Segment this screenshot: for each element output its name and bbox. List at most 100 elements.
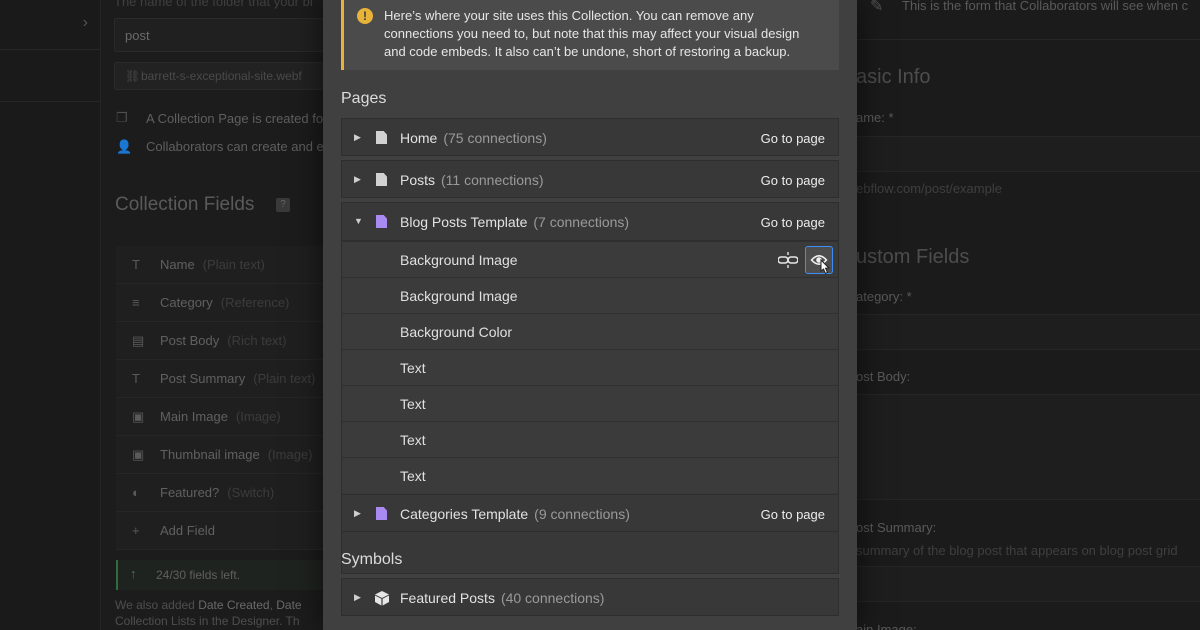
plus-icon: + [132, 523, 140, 538]
link-icon: ⛓ [125, 69, 141, 83]
go-to-page-link[interactable]: Go to page [761, 131, 825, 146]
connection-row[interactable]: Text [342, 421, 838, 457]
caret-right-icon[interactable]: ▶ [354, 508, 361, 519]
field-name: Thumbnail image (Image) [160, 447, 313, 462]
collection-usage-modal: ! Here’s where your site uses this Colle… [323, 0, 857, 630]
symbol-row-featured-posts[interactable]: ▶ Featured Posts (40 connections) [341, 578, 839, 616]
help-icon: ? [276, 198, 290, 212]
left-nav-item: › [0, 0, 100, 50]
category-input-bg [856, 314, 1200, 350]
caret-right-icon[interactable]: ▶ [354, 132, 361, 143]
field-name: Post Body (Rich text) [160, 333, 287, 348]
connection-row[interactable]: Text [342, 457, 838, 493]
field-name: Featured? (Switch) [160, 485, 275, 500]
page-row-posts[interactable]: ▶ Posts (11 connections) Go to page [341, 160, 839, 198]
footer-note: We also added Date Created, Date [115, 598, 302, 612]
page-label: Blog Posts Template (7 connections) [400, 214, 630, 230]
page-icon [376, 173, 387, 186]
form-hint: This is the form that Collaborators will… [902, 0, 1189, 13]
image-field-icon: ▣ [132, 447, 145, 462]
user-icon: 👤 [116, 139, 133, 154]
pages-section-title: Pages [341, 90, 387, 107]
left-nav: › [0, 0, 100, 630]
chevron-right-icon: › [82, 14, 88, 31]
connection-label: Text [400, 360, 426, 376]
page-row-header[interactable]: ▼ Blog Posts Template (7 connections) Go … [342, 203, 838, 241]
name-label: ame: * [856, 110, 894, 125]
site-url: barrett-s-exceptional-site.webf [141, 69, 302, 83]
page-label: Categories Template (9 connections) [400, 506, 630, 522]
connection-label: Background Image [400, 252, 518, 268]
connection-label: Text [400, 396, 426, 412]
field-row: ≡ Category (Reference) [116, 284, 336, 322]
text-field-icon: T [132, 257, 140, 272]
caret-down-icon[interactable]: ▼ [354, 216, 363, 226]
site-url-field: ⛓ barrett-s-exceptional-site.webf [114, 62, 334, 90]
basic-info-title: asic Info [856, 66, 931, 88]
connection-row[interactable]: Background Color [342, 313, 838, 349]
footer-note-2: Collection Lists in the Designer. Th [115, 614, 300, 628]
connection-row[interactable]: Background Image [342, 277, 838, 313]
page-label: Posts (11 connections) [400, 172, 544, 188]
post-summary-label: ost Summary: [856, 520, 937, 535]
go-to-page-link[interactable]: Go to page [761, 507, 825, 522]
symbol-cube-icon [375, 591, 389, 606]
field-row: ◐ Featured? (Switch) [116, 474, 336, 512]
category-label: ategory: * [856, 289, 912, 304]
name-input-bg [856, 136, 1200, 172]
slug-input: post [114, 18, 334, 52]
connection-label: Text [400, 468, 426, 484]
go-to-page-link[interactable]: Go to page [761, 215, 825, 230]
post-summary-input-bg [856, 566, 1200, 602]
switch-field-icon: ◐ [132, 485, 140, 500]
collection-page-hint: A Collection Page is created fo [146, 111, 324, 126]
fields-left-text: 24/30 fields left. [156, 568, 241, 582]
connection-label: Background Image [400, 288, 518, 304]
field-row: ▤ Post Body (Rich text) [116, 322, 336, 360]
warning-notice: ! Here’s where your site uses this Colle… [341, 0, 839, 70]
connection-label: Text [400, 432, 426, 448]
reference-field-icon: ≡ [132, 295, 140, 310]
mouse-cursor-icon [820, 258, 830, 275]
go-to-page-link[interactable]: Go to page [761, 173, 825, 188]
add-field-label: Add Field [160, 523, 215, 538]
connection-row[interactable]: Text [342, 349, 838, 385]
page-icon: ❐ [116, 110, 128, 125]
caret-right-icon[interactable]: ▶ [354, 592, 361, 603]
url-hint: ebflow.com/post/example [856, 181, 1002, 196]
field-row: T Post Summary (Plain text) [116, 360, 336, 398]
folder-hint: The name of the folder that your bl [114, 0, 313, 9]
post-body-label: ost Body: [856, 369, 911, 384]
field-name: Category (Reference) [160, 295, 290, 310]
field-name: Post Summary (Plain text) [160, 371, 316, 386]
template-page-icon [376, 215, 387, 228]
caret-right-icon[interactable]: ▶ [354, 174, 361, 185]
unlink-icon[interactable] [778, 250, 798, 270]
post-body-input-bg [856, 394, 1200, 500]
form-hint-row: ✎ This is the form that Collaborators wi… [856, 0, 1200, 40]
page-label: Home (75 connections) [400, 130, 547, 146]
template-page-icon [376, 507, 387, 520]
form-icon: ✎ [870, 0, 884, 15]
page-row-home[interactable]: ▶ Home (75 connections) Go to page [341, 118, 839, 156]
info-icon: ! [357, 8, 373, 24]
image-field-icon: ▣ [132, 409, 145, 424]
collection-fields-title: Collection Fields [115, 194, 255, 215]
field-name: Name (Plain text) [160, 257, 265, 272]
main-image-label: ain Image: [856, 622, 917, 630]
symbols-section-title: Symbols [341, 551, 403, 568]
page-icon [376, 131, 387, 144]
arrow-up-icon: ↑ [130, 566, 137, 581]
connection-row[interactable]: Background Image [342, 241, 838, 277]
connection-row[interactable]: Text [342, 385, 838, 421]
field-row: T Name (Plain text) [116, 246, 336, 284]
collaborators-hint: Collaborators can create and e [146, 139, 324, 154]
symbol-label: Featured Posts (40 connections) [400, 590, 605, 606]
add-field-row: + Add Field [116, 512, 336, 550]
left-nav-item [0, 52, 100, 102]
field-name: Main Image (Image) [160, 409, 281, 424]
field-row: ▣ Main Image (Image) [116, 398, 336, 436]
page-row-categories-template[interactable]: ▶ Categories Template (9 connections) Go … [341, 494, 839, 532]
fields-left-banner: ↑ 24/30 fields left. [116, 560, 336, 590]
connection-label: Background Color [400, 324, 513, 340]
